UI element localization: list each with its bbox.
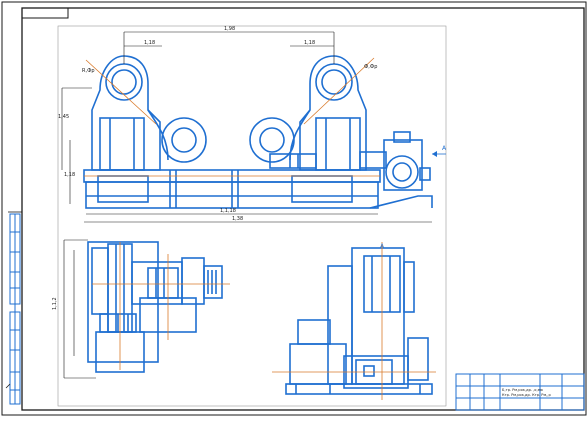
title-block (455, 373, 585, 411)
dim-height-upper: 1,45 (58, 114, 69, 120)
view-label-section-a: A (380, 243, 385, 250)
dim-top: 1,98 (224, 26, 235, 32)
dim-span-inner: 1,1,18 (220, 208, 236, 214)
plan-view (87, 241, 223, 373)
side-view-centerlines (272, 242, 436, 400)
dim-span-outer: 1,38 (232, 216, 243, 222)
front-view-centerlines (84, 57, 380, 177)
dim-left-gap: 1,18 (144, 40, 155, 46)
dim-radius-left: R,Фр (82, 68, 95, 74)
title-block-row2: Ктр. Рм,рок,др. Ктр. Рм,,р (502, 393, 551, 397)
title-block-row1: Б,тр. Рм,рок,др. ,о,еж (502, 388, 544, 392)
dim-plan-height: 1,1,2 (52, 297, 58, 310)
dim-right-gap: 1,18 (304, 40, 315, 46)
front-view-dimension-text: 1,98 1,18 1,18 R,Фр Ф,Фр 1,45 1,18 1,1,1… (58, 26, 377, 222)
drawing-sheet: 1,98 1,18 1,18 R,Фр Ф,Фр 1,45 1,18 1,1,1… (0, 0, 588, 417)
dim-radius-right: Ф,Фр (364, 64, 377, 70)
view-arrow-a: A (432, 145, 447, 157)
title-block-text: Б,тр. Рм,рок,др. ,о,еж Ктр. Рм,рок,др. К… (502, 388, 551, 397)
view-area-frame (57, 25, 447, 407)
technical-drawing: 1,98 1,18 1,18 R,Фр Ф,Фр 1,45 1,18 1,1,1… (1, 1, 587, 416)
front-view (83, 55, 433, 209)
plan-view-dimensions (63, 239, 96, 379)
dim-height-lower: 1,18 (64, 172, 75, 178)
sheet-corner-marks (5, 383, 44, 411)
front-view-dimensions (61, 31, 432, 223)
left-margin-strip (9, 213, 21, 405)
